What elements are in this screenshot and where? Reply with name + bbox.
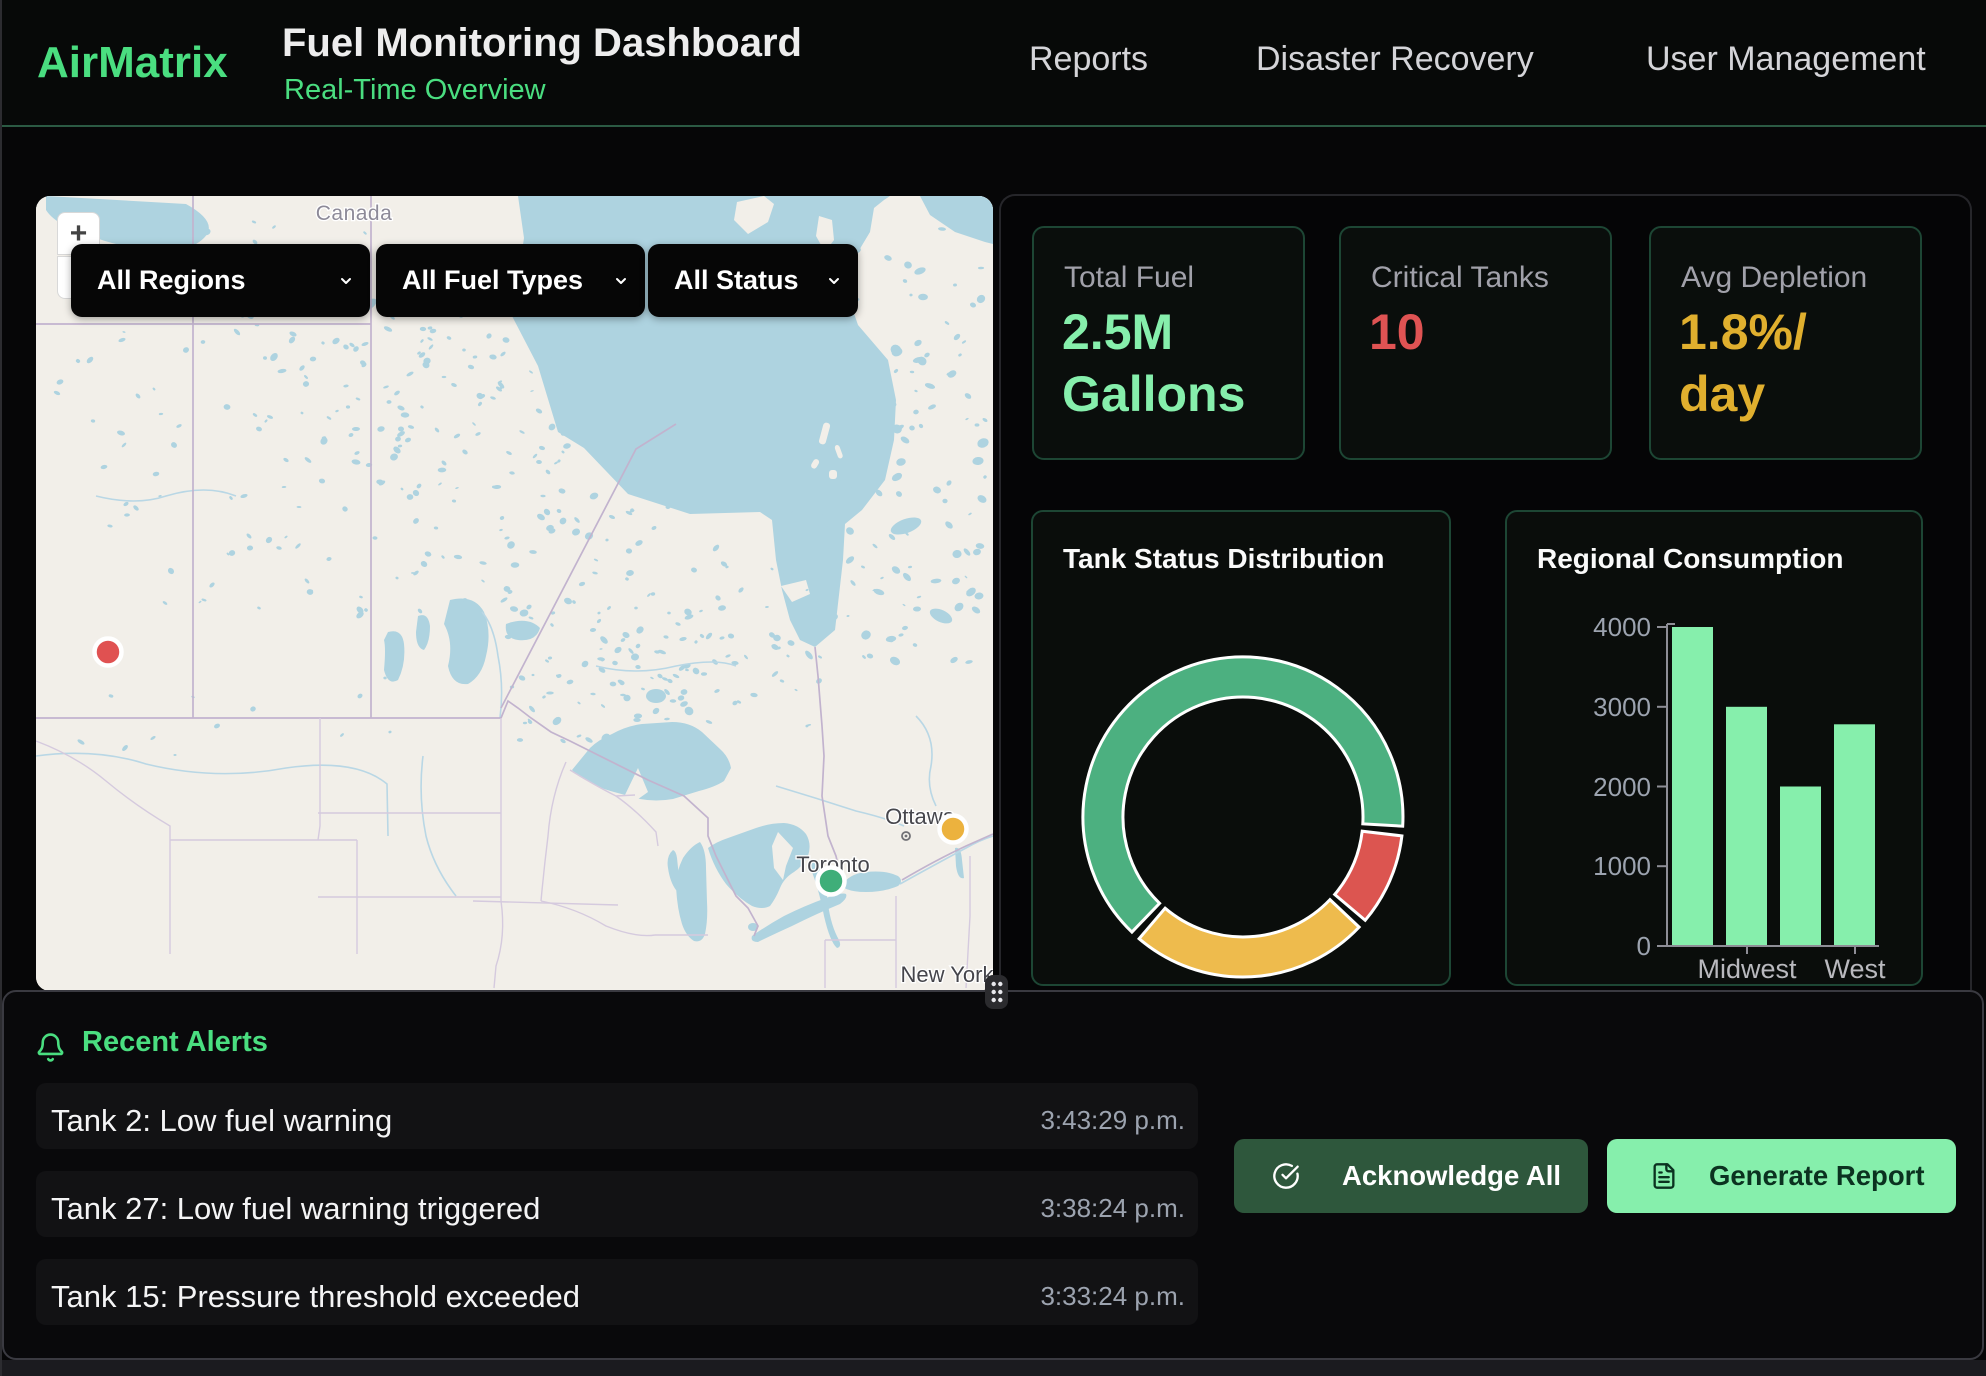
svg-text:2000: 2000 xyxy=(1593,772,1651,802)
svg-text:West: West xyxy=(1824,954,1886,984)
svg-text:4000: 4000 xyxy=(1593,612,1651,642)
svg-text:New York: New York xyxy=(901,962,993,987)
svg-text:0: 0 xyxy=(1637,931,1651,961)
svg-text:Canada: Canada xyxy=(316,202,393,225)
svg-text:Midwest: Midwest xyxy=(1697,954,1797,984)
svg-text:3000: 3000 xyxy=(1593,692,1651,722)
svg-text:1000: 1000 xyxy=(1593,851,1651,881)
